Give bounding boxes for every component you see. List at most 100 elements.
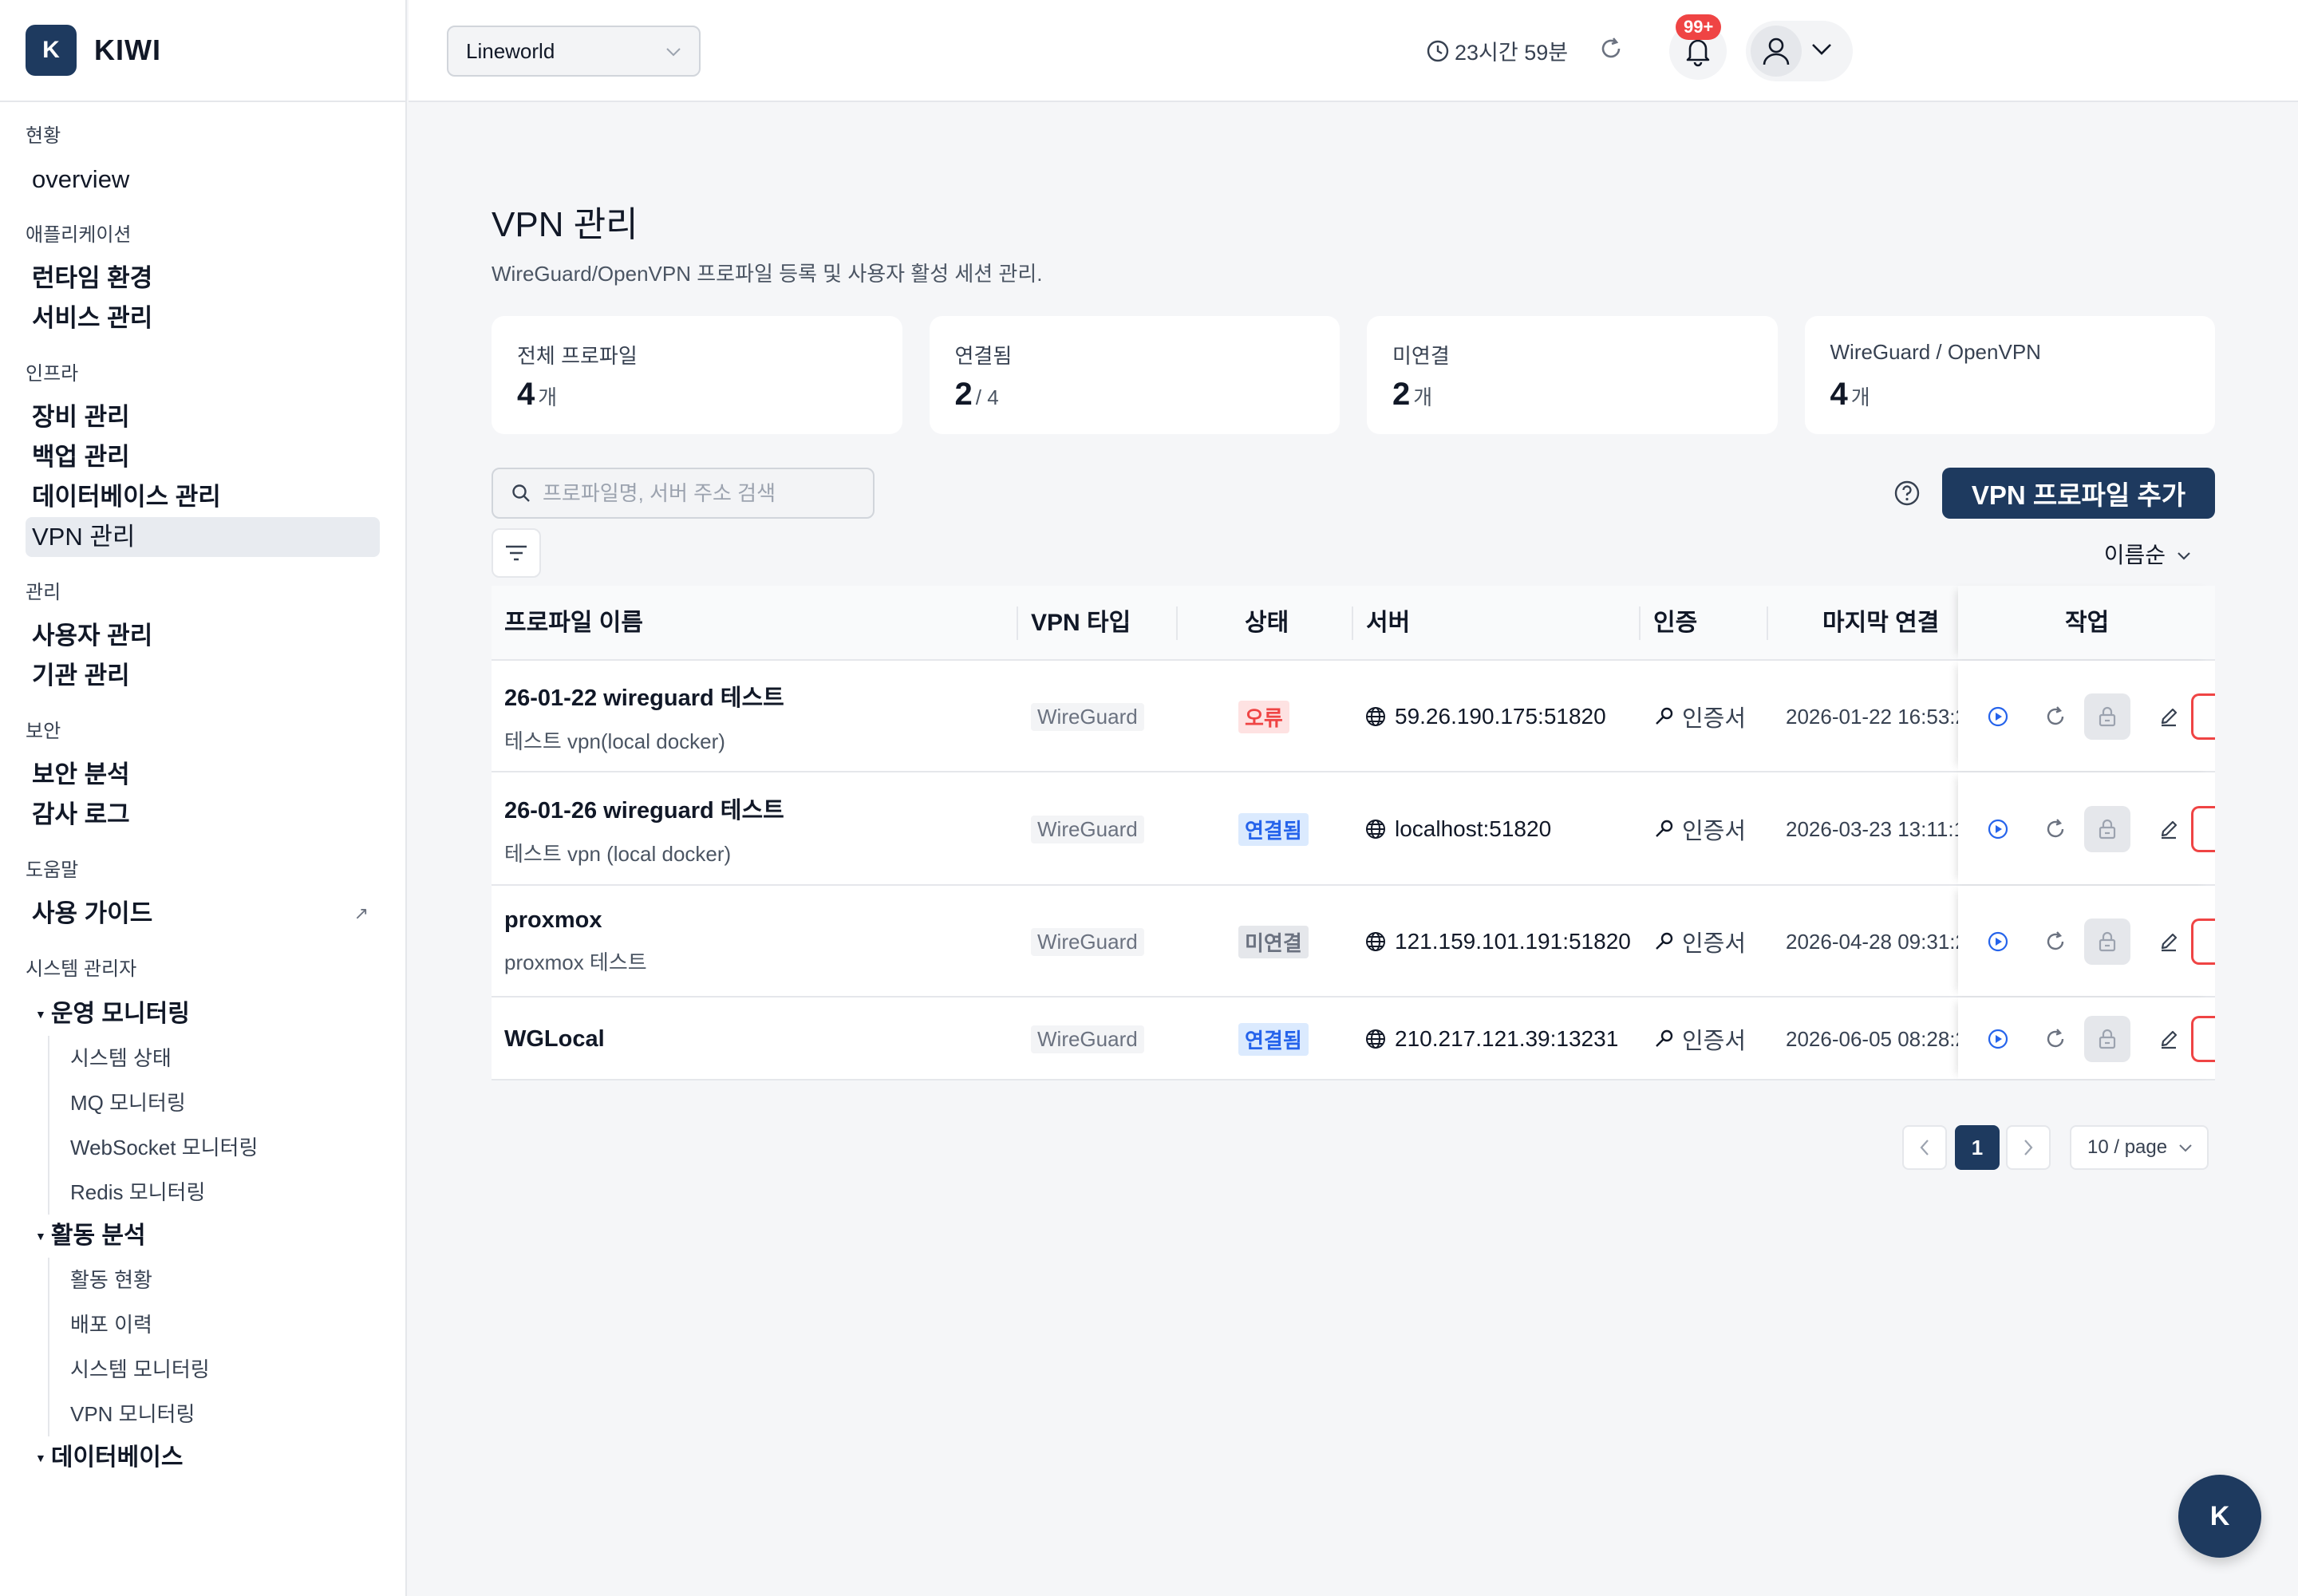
- sidebar-item-users[interactable]: 사용자 관리: [26, 616, 380, 656]
- top-bar: Lineworld: [409, 0, 2298, 102]
- lock-button[interactable]: [2084, 806, 2130, 852]
- lock-icon: [2099, 931, 2116, 952]
- profile-name[interactable]: proxmox: [504, 907, 602, 934]
- sidebar-item-system-status[interactable]: 시스템 상태: [70, 1036, 380, 1080]
- sidebar-item-vpn-monitoring[interactable]: VPN 모니터링: [70, 1392, 380, 1436]
- nav-sub-activity: 활동 현황 배포 이력 시스템 모니터링 VPN 모니터링: [48, 1258, 380, 1436]
- sidebar-item-redis[interactable]: Redis 모니터링: [70, 1170, 380, 1215]
- delete-button[interactable]: [2191, 806, 2215, 852]
- sort-select[interactable]: 이름순: [2104, 538, 2191, 570]
- profile-description: proxmox 테스트: [504, 950, 647, 974]
- user-icon: [1763, 38, 1790, 65]
- type-cell: WireGuard: [1031, 886, 1144, 998]
- nav-section-sysadmin: 시스템 관리자 ▼ 운영 모니터링 시스템 상태 MQ 모니터링 WebSock…: [26, 958, 380, 1479]
- delete-button[interactable]: [2191, 693, 2215, 740]
- table-row[interactable]: proxmox proxmox 테스트 WireGuard 미연결 121.159.10…: [492, 886, 2215, 998]
- add-vpn-profile-button[interactable]: VPN 프로파일 추가: [1942, 468, 2215, 519]
- page-size-value: 10 / page: [2087, 1136, 2168, 1158]
- nav-section-security: 보안 보안 분석 감사 로그: [26, 720, 380, 835]
- refresh-button[interactable]: [2039, 813, 2071, 845]
- lock-button[interactable]: [2084, 918, 2130, 965]
- chevron-left-icon: [1920, 1140, 1929, 1156]
- help-icon: [1894, 480, 1920, 506]
- brand[interactable]: K KIWI: [0, 0, 405, 102]
- edit-button[interactable]: [2153, 1023, 2185, 1055]
- refresh-icon: [2047, 1029, 2064, 1048]
- next-page-button[interactable]: [2006, 1125, 2051, 1170]
- stat-unit: 개: [538, 385, 558, 409]
- delete-button[interactable]: [2191, 918, 2215, 965]
- assistant-fab[interactable]: K: [2178, 1475, 2261, 1558]
- profile-name[interactable]: WGLocal: [504, 1026, 605, 1053]
- table-row[interactable]: 26-01-26 wireguard 테스트 테스트 vpn (local doc…: [492, 772, 2215, 886]
- nav-group-activity[interactable]: ▼ 활동 분석: [26, 1215, 380, 1258]
- column-header-last-connected[interactable]: 마지막 연결: [1822, 586, 1939, 661]
- table-row[interactable]: 26-01-22 wireguard 테스트 테스트 vpn(local dock…: [492, 661, 2215, 772]
- help-button[interactable]: [1893, 479, 1921, 512]
- column-divider: [1352, 606, 1353, 640]
- column-header-name[interactable]: 프로파일 이름: [504, 586, 643, 661]
- edit-button[interactable]: [2153, 813, 2185, 845]
- sidebar-item-database[interactable]: 데이터베이스 관리: [26, 477, 380, 517]
- lock-button[interactable]: [2084, 1016, 2130, 1062]
- refresh-icon: [1601, 38, 1621, 58]
- profile-name[interactable]: 26-01-22 wireguard 테스트: [504, 679, 784, 713]
- actions-cell: [1958, 886, 2215, 996]
- lock-button[interactable]: [2084, 693, 2130, 740]
- sidebar-item-orgs[interactable]: 기관 관리: [26, 656, 380, 696]
- refresh-button[interactable]: [2039, 701, 2071, 733]
- edit-button[interactable]: [2153, 926, 2185, 958]
- stat-number: 4: [517, 377, 535, 412]
- profile-name[interactable]: 26-01-26 wireguard 테스트: [504, 792, 784, 825]
- refresh-button[interactable]: [2039, 1023, 2071, 1055]
- sidebar-item-security-analysis[interactable]: 보안 분석: [26, 755, 380, 795]
- table-row[interactable]: WGLocal WireGuard 연결됨 210.217.121.39:13231 인…: [492, 998, 2215, 1080]
- prev-page-button[interactable]: [1902, 1125, 1947, 1170]
- nav-group-database[interactable]: ▼ 데이터베이스: [26, 1436, 380, 1479]
- search-input[interactable]: [543, 480, 862, 506]
- sidebar-item-devices[interactable]: 장비 관리: [26, 397, 380, 437]
- page-button-current[interactable]: 1: [1955, 1125, 2000, 1170]
- connect-button[interactable]: [1982, 926, 2014, 958]
- refresh-button[interactable]: [2039, 926, 2071, 958]
- connect-button[interactable]: [1982, 1023, 2014, 1055]
- sidebar-item-audit-log[interactable]: 감사 로그: [26, 795, 380, 835]
- sidebar-item-services[interactable]: 서비스 관리: [26, 298, 380, 338]
- bell-icon: [1686, 39, 1710, 67]
- filter-button[interactable]: [492, 528, 541, 578]
- sidebar-item-backup[interactable]: 백업 관리: [26, 437, 380, 477]
- connect-button[interactable]: [1982, 813, 2014, 845]
- column-header-server[interactable]: 서버: [1366, 586, 1410, 661]
- sidebar-item-system-monitoring[interactable]: 시스템 모니터링: [70, 1347, 380, 1392]
- column-header-auth[interactable]: 인증: [1653, 586, 1697, 661]
- column-header-status[interactable]: 상태: [1245, 586, 1289, 661]
- caret-down-icon: ▼: [35, 1230, 46, 1242]
- page-size-select[interactable]: 10 / page: [2070, 1125, 2209, 1170]
- user-menu[interactable]: [1746, 21, 1853, 81]
- sidebar-item-guide[interactable]: 사용 가이드 ↗: [26, 894, 380, 934]
- nav-heading: 시스템 관리자: [26, 958, 137, 980]
- sidebar-item-deploy-history[interactable]: 배포 이력: [70, 1302, 380, 1347]
- sidebar-item-mq[interactable]: MQ 모니터링: [70, 1080, 380, 1125]
- nav-group-ops-monitoring[interactable]: ▼ 운영 모니터링: [26, 993, 380, 1036]
- table-header: 프로파일 이름 VPN 타입 상태 서버 인증 작업 마지막 연결: [492, 586, 2215, 661]
- org-select[interactable]: Lineworld: [447, 26, 701, 77]
- column-header-type[interactable]: VPN 타입: [1031, 586, 1131, 661]
- sidebar-item-websocket[interactable]: WebSocket 모니터링: [70, 1125, 380, 1170]
- delete-button[interactable]: [2191, 1016, 2215, 1062]
- sort-label: 이름순: [2103, 543, 2166, 567]
- server-cell: 121.159.101.191:51820: [1364, 886, 1631, 998]
- sidebar-item-overview[interactable]: overview: [26, 160, 380, 200]
- refresh-session-button[interactable]: [1597, 35, 1625, 66]
- edit-button[interactable]: [2153, 701, 2185, 733]
- connect-button[interactable]: [1982, 701, 2014, 733]
- stat-value: 4개: [517, 377, 877, 413]
- sidebar-item-runtime[interactable]: 런타임 환경: [26, 259, 380, 298]
- server-address: 59.26.190.175:51820: [1395, 704, 1606, 729]
- sidebar-item-activity-status[interactable]: 활동 현황: [70, 1258, 380, 1302]
- profile-name-cell: 26-01-22 wireguard 테스트 테스트 vpn(local dock…: [504, 661, 784, 772]
- lock-icon: [2099, 819, 2116, 839]
- status-badge: 미연결: [1238, 925, 1309, 958]
- pagination: 1 10 / page: [492, 1125, 2215, 1173]
- sidebar-item-vpn[interactable]: VPN 관리: [26, 517, 380, 557]
